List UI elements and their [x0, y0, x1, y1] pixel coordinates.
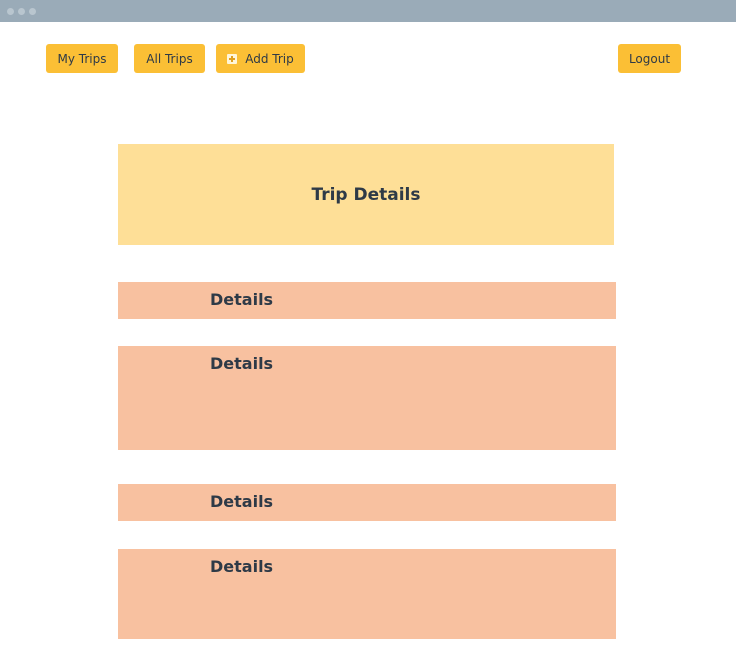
logout-button[interactable]: Logout	[618, 44, 681, 73]
details-section: Details	[118, 282, 616, 319]
window-titlebar	[0, 0, 736, 22]
section-title: Details	[210, 557, 274, 576]
add-trip-button[interactable]: Add Trip	[216, 44, 305, 73]
all-trips-button[interactable]: All Trips	[134, 44, 205, 73]
details-section: Details	[118, 346, 616, 450]
section-title: Details	[210, 354, 274, 373]
trip-details-header: Trip Details	[118, 144, 614, 245]
details-section: Details	[118, 549, 616, 639]
window-dot-icon	[29, 8, 36, 15]
add-trip-label: Add Trip	[245, 51, 294, 66]
details-section: Details	[118, 484, 616, 521]
section-title: Details	[210, 492, 274, 511]
section-title: Details	[210, 290, 274, 309]
plus-icon	[227, 53, 238, 64]
my-trips-button[interactable]: My Trips	[46, 44, 118, 73]
window-dot-icon	[18, 8, 25, 15]
window-dot-icon	[7, 8, 14, 15]
page-title: Trip Details	[311, 184, 421, 205]
